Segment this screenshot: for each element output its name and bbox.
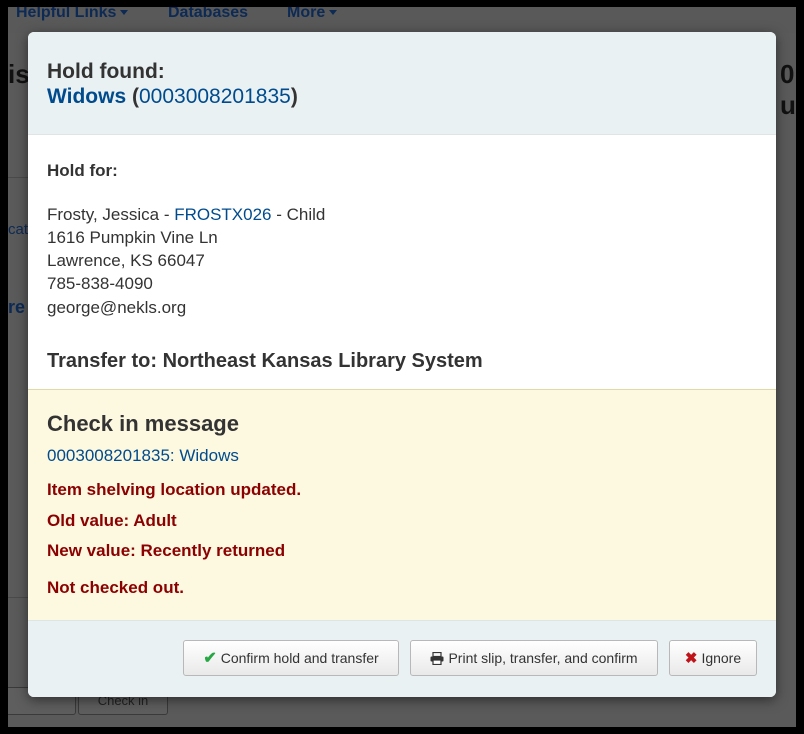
new-value: New value: Recently returned xyxy=(47,541,286,560)
not-checked-out: Not checked out. xyxy=(47,578,184,597)
confirm-hold-transfer-button[interactable]: ✔ Confirm hold and transfer xyxy=(183,640,399,676)
modal-subtitle: Widows (0003008201835) xyxy=(47,85,298,109)
ignore-button[interactable]: ✖ Ignore xyxy=(669,640,757,676)
patron-address-2: Lawrence, KS 66047 xyxy=(47,251,205,270)
nav-databases[interactable]: Databases xyxy=(168,7,248,22)
patron-category: - Child xyxy=(271,205,326,224)
print-icon xyxy=(430,642,444,676)
transfer-to-heading: Transfer to: Northeast Kansas Library Sy… xyxy=(47,350,483,372)
patron-phone: 785-838-4090 xyxy=(47,274,153,293)
old-value: Old value: Adult xyxy=(47,511,177,530)
patron-address-1: 1616 Pumpkin Vine Ln xyxy=(47,228,218,247)
hold-found-modal: Hold found: Widows (0003008201835) Hold … xyxy=(28,32,776,697)
item-title-link[interactable]: Widows xyxy=(47,85,126,108)
patron-email: george@nekls.org xyxy=(47,298,187,317)
check-in-item-link[interactable]: 0003008201835: Widows xyxy=(47,446,239,466)
nav-more[interactable]: More xyxy=(287,7,338,22)
modal-body: Hold for: Frosty, Jessica - FROSTX026 - … xyxy=(28,135,776,389)
check-in-message-panel: Check in message 0003008201835: Widows I… xyxy=(28,389,776,621)
hold-for-label: Hold for: xyxy=(47,161,118,180)
open-paren: ( xyxy=(131,85,139,108)
item-barcode-link[interactable]: 0003008201835 xyxy=(139,85,291,108)
background-heading-fragment-right: 0 u xyxy=(780,59,796,120)
check-icon: ✔ xyxy=(203,650,217,668)
background-fragment: cat xyxy=(8,221,29,238)
patron-name-line: Frosty, Jessica - FROSTX026 - Child xyxy=(47,205,325,225)
patron-name: Frosty, Jessica - xyxy=(47,205,175,224)
modal-title: Hold found: xyxy=(47,60,165,83)
nav-helpful-links[interactable]: Helpful Links xyxy=(16,7,129,22)
check-in-message-title: Check in message xyxy=(47,411,239,436)
patron-cardnumber-link[interactable]: FROSTX026 xyxy=(174,205,271,224)
background-heading-fragment: is xyxy=(8,59,30,89)
shelving-location-updated: Item shelving location updated. xyxy=(47,480,302,499)
modal-footer: ✔ Confirm hold and transfer Print slip, t… xyxy=(28,620,776,697)
print-slip-transfer-confirm-button[interactable]: Print slip, transfer, and confirm xyxy=(410,640,658,676)
background-navbar: Helpful Links Databases More xyxy=(8,7,796,33)
close-paren: ) xyxy=(290,85,298,108)
modal-header: Hold found: Widows (0003008201835) xyxy=(28,32,776,135)
close-icon: ✖ xyxy=(684,650,698,668)
background-divider xyxy=(8,177,28,178)
background-fragment: re xyxy=(8,297,26,317)
background-divider xyxy=(8,597,28,598)
